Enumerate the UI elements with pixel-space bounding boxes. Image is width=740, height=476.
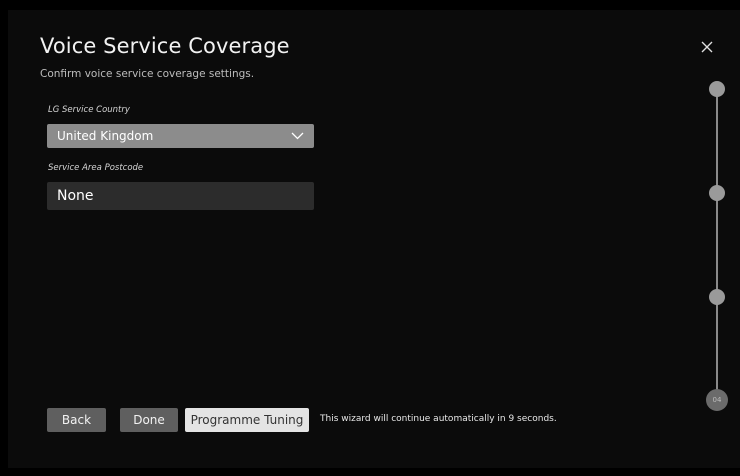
country-dropdown[interactable]: United Kingdom bbox=[47, 124, 314, 148]
chevron-down-icon bbox=[291, 132, 304, 140]
step-indicator-2 bbox=[709, 185, 725, 201]
step-indicator-1 bbox=[709, 81, 725, 97]
country-value: United Kingdom bbox=[57, 129, 154, 143]
page-subtitle: Confirm voice service coverage settings. bbox=[40, 68, 255, 80]
done-button[interactable]: Done bbox=[120, 408, 178, 432]
auto-continue-message: This wizard will continue automatically … bbox=[320, 414, 557, 424]
postcode-field[interactable]: None bbox=[47, 182, 314, 210]
close-button[interactable] bbox=[698, 38, 716, 56]
stepper-track bbox=[716, 88, 718, 400]
close-icon bbox=[701, 41, 713, 53]
country-label: LG Service Country bbox=[48, 105, 130, 115]
programme-tuning-button[interactable]: Programme Tuning bbox=[185, 408, 309, 432]
step-indicator-current: 04 bbox=[706, 389, 728, 411]
postcode-label: Service Area Postcode bbox=[48, 163, 144, 173]
step-indicator-3 bbox=[709, 289, 725, 305]
back-button[interactable]: Back bbox=[47, 408, 106, 432]
wizard-screen: Voice Service Coverage Confirm voice ser… bbox=[8, 10, 740, 468]
page-title: Voice Service Coverage bbox=[40, 34, 290, 58]
